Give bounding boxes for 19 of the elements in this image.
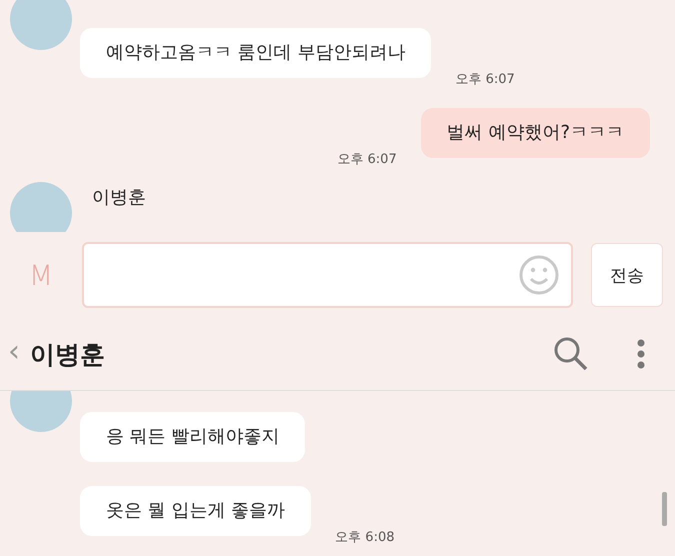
message-bubble: 예약하고옴ㅋㅋ 룸인데 부담안되려나 [80,28,432,78]
chat-title: 이병훈 [30,338,106,370]
message-bubble: 벌써 예약했어?ㅋㅋㅋ [420,108,650,158]
message-time: 오후 6:07 [455,71,515,88]
message-bubble: 응 뭐든 빨리해야좋지 [80,412,306,462]
avatar-photo-placeholder [10,0,72,50]
menu-letter-icon[interactable]: M [0,258,82,292]
message-time: 오후 6:08 [335,529,394,546]
message-time: 오후 6:07 [337,151,397,168]
send-button[interactable]: 전송 [591,243,663,307]
sender-name: 이병훈 [92,186,147,210]
message-input[interactable] [82,242,573,308]
search-icon[interactable] [553,336,589,372]
back-button[interactable]: ‹ [8,334,30,374]
message-bubble: 옷은 뭘 입는게 좋을까 [80,486,312,536]
emoji-icon[interactable] [519,255,559,295]
avatar-photo-placeholder [10,182,72,232]
scrollbar[interactable] [662,492,667,526]
more-menu-icon[interactable] [637,339,645,369]
